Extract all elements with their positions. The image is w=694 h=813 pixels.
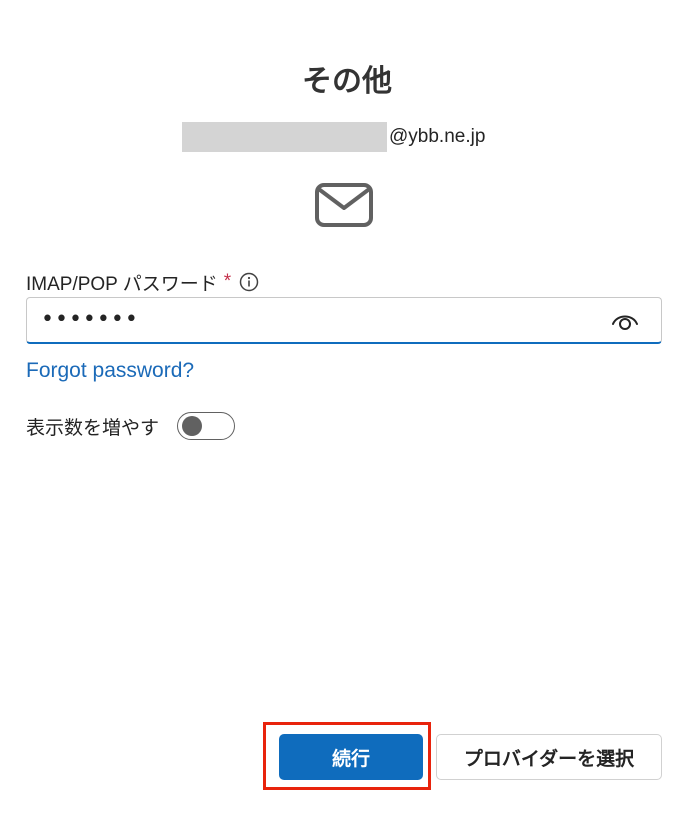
account-domain: @ybb.ne.jp <box>389 126 486 147</box>
forgot-password-link[interactable]: Forgot password? <box>26 356 194 386</box>
password-input[interactable]: ••••••• <box>26 297 662 344</box>
account-email: @ybb.ne.jp <box>182 122 485 152</box>
more-settings-toggle[interactable] <box>177 412 236 440</box>
more-settings-row: 表示数を増やす <box>26 410 236 442</box>
choose-provider-button[interactable]: プロバイダーを選択 <box>436 734 662 780</box>
redacted-username <box>182 122 387 152</box>
eye-icon[interactable] <box>611 310 639 332</box>
toggle-knob <box>182 416 203 436</box>
page-title: その他 <box>302 64 392 99</box>
password-label-text: IMAP/POP パスワード <box>26 273 218 295</box>
required-marker: * <box>223 271 232 292</box>
more-settings-label: 表示数を増やす <box>26 416 160 439</box>
mail-icon <box>315 183 373 227</box>
info-icon[interactable] <box>239 272 259 292</box>
password-label: IMAP/POP パスワード * <box>26 268 259 296</box>
continue-button[interactable]: 続行 <box>279 734 423 780</box>
password-value[interactable]: ••••••• <box>41 306 139 334</box>
